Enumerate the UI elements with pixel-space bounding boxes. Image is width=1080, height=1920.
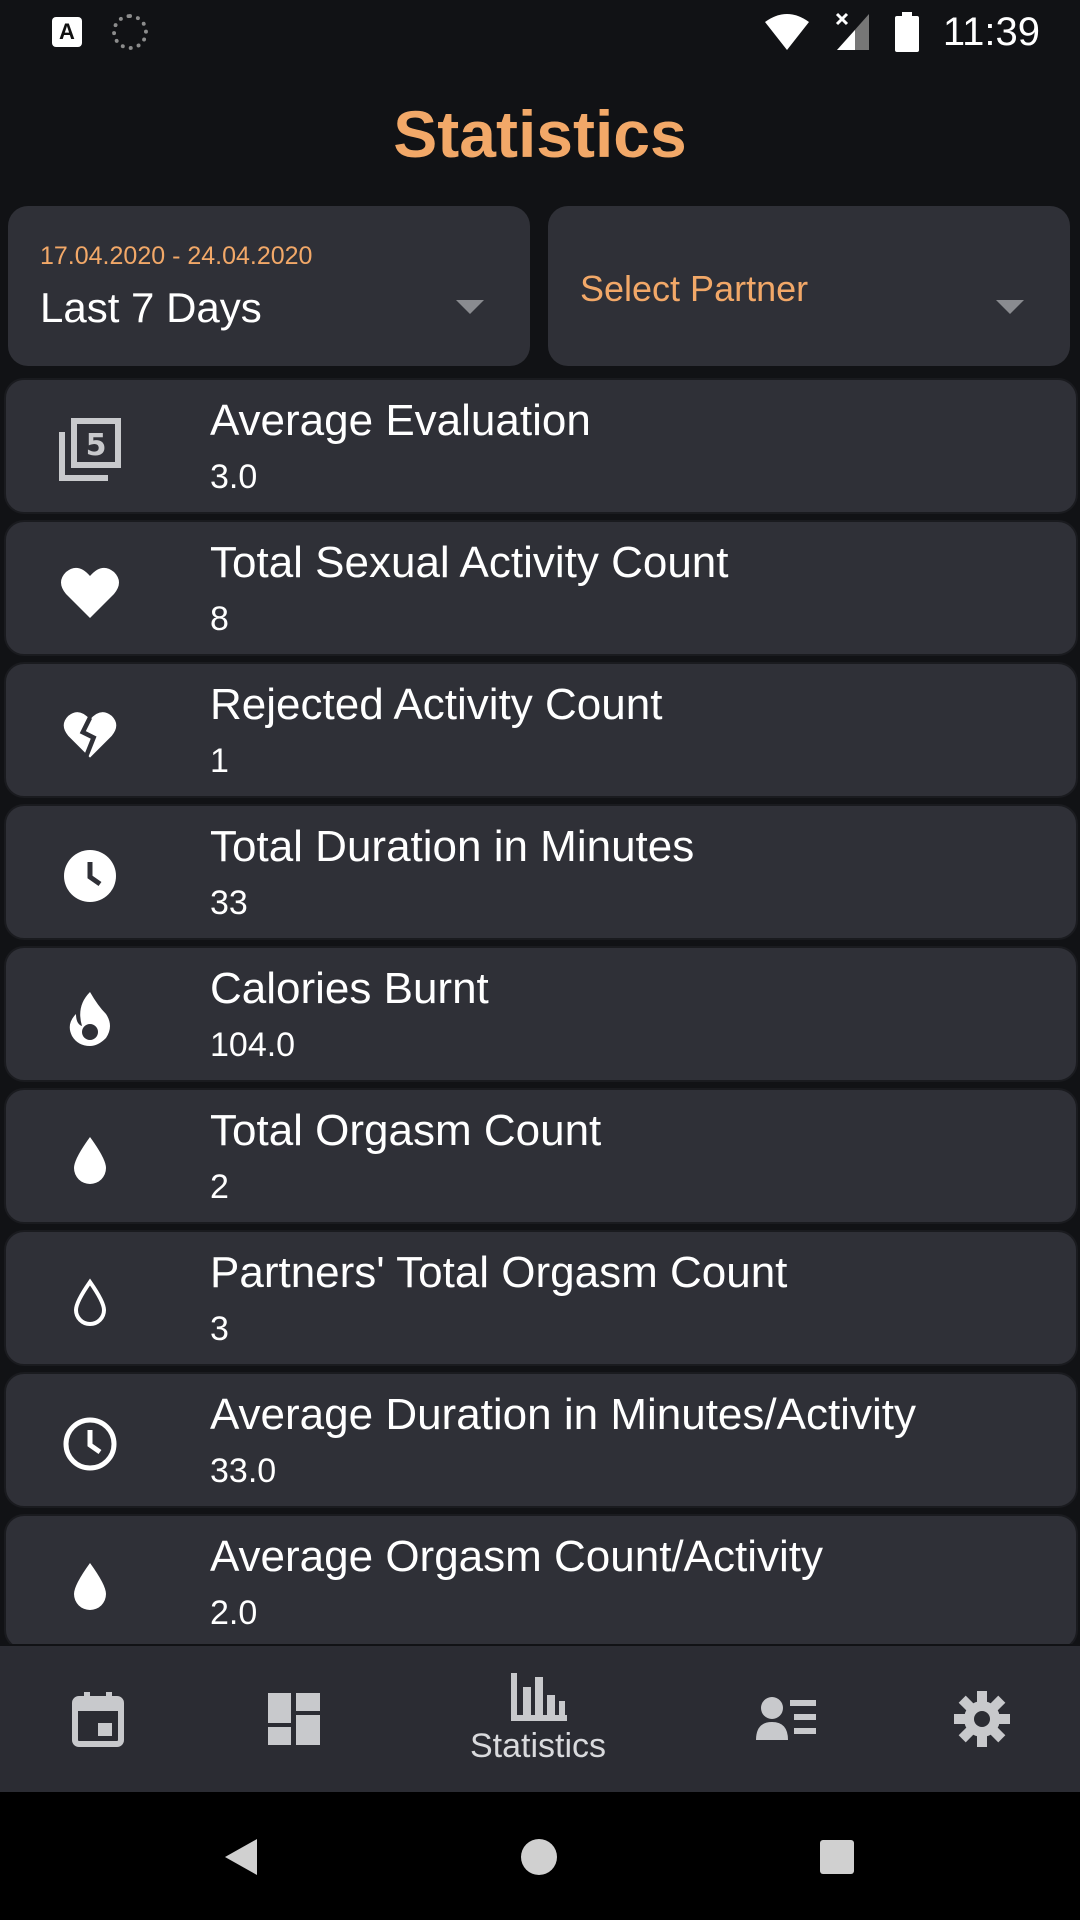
stat-value: 3.0 <box>210 458 258 496</box>
calendar-icon <box>72 1692 124 1747</box>
broken-heart-icon <box>54 698 126 770</box>
status-bar: A 11:39 <box>0 0 1080 64</box>
stat-value: 33 <box>210 884 248 922</box>
stat-title: Average Orgasm Count/Activity <box>210 1532 823 1581</box>
back-button[interactable] <box>216 1832 266 1882</box>
date-range-selected: Last 7 Days <box>40 284 262 331</box>
chevron-down-icon <box>996 300 1024 314</box>
stat-title: Average Evaluation <box>210 396 591 445</box>
bar-chart-icon <box>511 1672 567 1721</box>
stats-list[interactable]: 5 Average Evaluation 3.0 Total Sexual Ac… <box>4 378 1078 1644</box>
nav-statistics[interactable]: Statistics <box>438 1646 638 1792</box>
svg-text:5: 5 <box>86 428 107 463</box>
stat-value: 3 <box>210 1310 229 1348</box>
chevron-down-icon <box>456 300 484 314</box>
home-circle-icon <box>521 1839 557 1875</box>
stat-title: Total Sexual Activity Count <box>210 538 729 587</box>
stat-card-average-duration: Average Duration in Minutes/Activity 33.… <box>4 1372 1078 1508</box>
stat-value: 2.0 <box>210 1594 258 1632</box>
stat-card-average-orgasm: Average Orgasm Count/Activity 2.0 <box>4 1514 1078 1644</box>
clock-filled-icon <box>54 840 126 912</box>
stat-value: 104.0 <box>210 1026 296 1064</box>
stat-value: 1 <box>210 742 229 780</box>
partner-dropdown[interactable]: Select Partner <box>548 206 1070 366</box>
gear-icon <box>954 1691 1010 1747</box>
nav-partners[interactable] <box>736 1646 836 1792</box>
recents-square-icon <box>820 1840 854 1874</box>
drop-filled-icon <box>54 1550 126 1622</box>
page-title: Statistics <box>393 97 687 171</box>
nav-settings[interactable] <box>932 1646 1032 1792</box>
stat-value: 2 <box>210 1168 229 1206</box>
system-navigation-bar <box>0 1792 1080 1920</box>
nav-dashboard[interactable] <box>244 1646 344 1792</box>
contacts-list-icon <box>756 1697 816 1740</box>
partner-placeholder: Select Partner <box>580 268 809 309</box>
home-button[interactable] <box>514 1832 564 1882</box>
clock-time: 11:39 <box>942 9 1040 54</box>
recents-button[interactable] <box>812 1832 862 1882</box>
wifi-icon <box>764 14 809 50</box>
stat-card-average-evaluation: 5 Average Evaluation 3.0 <box>4 378 1078 514</box>
date-range-dropdown[interactable]: 17.04.2020 - 24.04.2020 Last 7 Days <box>8 206 530 366</box>
stat-card-partner-orgasm-count: Partners' Total Orgasm Count 3 <box>4 1230 1078 1366</box>
stat-title: Total Duration in Minutes <box>210 822 695 871</box>
stat-card-orgasm-count: Total Orgasm Count 2 <box>4 1088 1078 1224</box>
stat-title: Calories Burnt <box>210 964 489 1013</box>
flame-icon <box>54 982 126 1054</box>
sync-spinner-icon <box>112 14 148 50</box>
a-notification-icon: A <box>52 17 82 47</box>
stat-card-total-duration: Total Duration in Minutes 33 <box>4 804 1078 940</box>
drop-filled-icon <box>54 1124 126 1196</box>
stat-card-total-sexual-activity: Total Sexual Activity Count 8 <box>4 520 1078 656</box>
stat-value: 33.0 <box>210 1452 277 1490</box>
dashboard-icon <box>268 1693 320 1745</box>
stat-card-rejected-activity: Rejected Activity Count 1 <box>4 662 1078 798</box>
date-range-text: 17.04.2020 - 24.04.2020 <box>40 242 313 270</box>
bottom-navigation: Statistics <box>0 1646 1080 1792</box>
heart-icon <box>54 556 126 628</box>
nav-calendar[interactable] <box>48 1646 148 1792</box>
back-triangle-icon <box>225 1839 257 1875</box>
stat-card-calories: Calories Burnt 104.0 <box>4 946 1078 1082</box>
cell-signal-icon <box>835 12 869 50</box>
nav-statistics-label: Statistics <box>469 1726 607 1765</box>
stat-title: Average Duration in Minutes/Activity <box>210 1390 916 1439</box>
filter-5-icon: 5 <box>54 414 126 486</box>
stat-title: Rejected Activity Count <box>210 680 663 729</box>
stat-value: 8 <box>210 600 229 638</box>
stat-title: Partners' Total Orgasm Count <box>210 1248 788 1297</box>
drop-outline-icon <box>54 1266 126 1338</box>
stat-title: Total Orgasm Count <box>210 1106 602 1155</box>
clock-outline-icon <box>54 1408 126 1480</box>
battery-icon <box>894 12 919 52</box>
